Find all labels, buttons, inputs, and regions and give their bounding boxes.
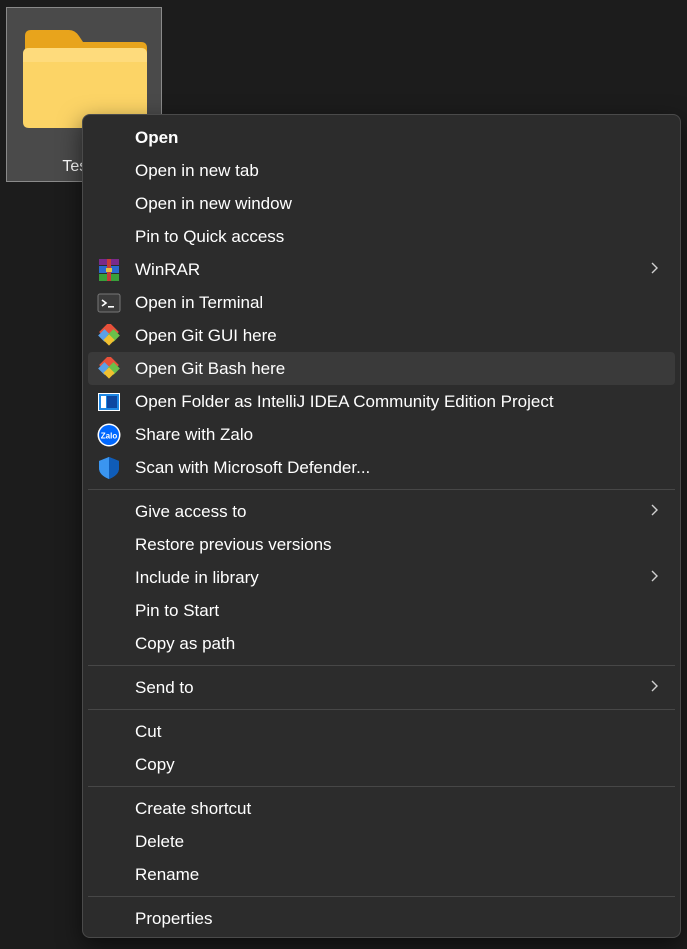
menu-separator [88,709,675,710]
chevron-right-icon [649,500,661,520]
menu-item-open-in-new-window[interactable]: Open in new window [88,187,675,220]
menu-item-send-to[interactable]: Send to [88,671,675,704]
menu-item-create-shortcut[interactable]: Create shortcut [88,792,675,825]
menu-item-pin-to-start[interactable]: Pin to Start [88,594,675,627]
menu-item-label: Include in library [135,567,259,587]
menu-item-open[interactable]: Open [88,121,675,154]
menu-item-copy-as-path[interactable]: Copy as path [88,627,675,660]
menu-item-include-in-library[interactable]: Include in library [88,561,675,594]
menu-item-winrar[interactable]: WinRAR [88,253,675,286]
menu-separator [88,665,675,666]
menu-item-share-with-zalo[interactable]: Zalo Share with Zalo [88,418,675,451]
menu-item-label: Properties [135,908,213,928]
menu-item-label: Pin to Quick access [135,226,285,246]
menu-item-pin-to-quick-access[interactable]: Pin to Quick access [88,220,675,253]
menu-separator [88,896,675,897]
menu-item-label: WinRAR [135,259,201,279]
menu-item-rename[interactable]: Rename [88,858,675,891]
terminal-icon [96,290,121,315]
intellij-icon [96,389,121,414]
menu-item-label: Give access to [135,501,247,521]
chevron-right-icon [649,258,661,278]
svg-text:Zalo: Zalo [100,431,117,440]
menu-item-label: Share with Zalo [135,424,254,444]
menu-item-label: Open Git GUI here [135,325,277,345]
menu-item-label: Pin to Start [135,600,220,620]
menu-item-label: Open Folder as IntelliJ IDEA Community E… [135,391,554,411]
menu-item-label: Open in Terminal [135,292,264,312]
menu-item-scan-with-microsoft-defender[interactable]: Scan with Microsoft Defender... [88,451,675,484]
menu-separator [88,786,675,787]
winrar-icon [96,257,121,282]
menu-item-open-git-bash-here[interactable]: Open Git Bash here [88,352,675,385]
menu-item-label: Restore previous versions [135,534,332,554]
menu-item-label: Delete [135,831,185,851]
defender-shield-icon [96,455,121,480]
git-bash-icon [96,356,121,381]
menu-item-open-in-terminal[interactable]: Open in Terminal [88,286,675,319]
menu-item-label: Copy [135,754,175,774]
menu-item-give-access-to[interactable]: Give access to [88,495,675,528]
chevron-right-icon [649,566,661,586]
context-menu: Open Open in new tab Open in new window Pin… [82,114,681,938]
menu-item-open-in-new-tab[interactable]: Open in new tab [88,154,675,187]
menu-item-properties[interactable]: Properties [88,902,675,935]
menu-item-open-git-gui-here[interactable]: Open Git GUI here [88,319,675,352]
menu-item-label: Open in new tab [135,160,259,180]
menu-item-label: Create shortcut [135,798,252,818]
menu-item-label: Send to [135,677,194,697]
menu-item-open-folder-as-intellij-idea-community-edition-project[interactable]: Open Folder as IntelliJ IDEA Community E… [88,385,675,418]
menu-item-label: Open Git Bash here [135,358,286,378]
menu-item-label: Scan with Microsoft Defender... [135,457,371,477]
desktop: Test Open Open in new tab Open in new wind… [0,0,687,949]
menu-item-label: Open in new window [135,193,292,213]
git-gui-icon [96,323,121,348]
menu-item-copy[interactable]: Copy [88,748,675,781]
zalo-icon: Zalo [96,422,121,447]
menu-item-label: Copy as path [135,633,236,653]
menu-item-label: Open [135,127,179,147]
menu-item-restore-previous-versions[interactable]: Restore previous versions [88,528,675,561]
menu-item-label: Rename [135,864,200,884]
menu-separator [88,489,675,490]
menu-item-delete[interactable]: Delete [88,825,675,858]
menu-item-label: Cut [135,721,162,741]
menu-item-cut[interactable]: Cut [88,715,675,748]
chevron-right-icon [649,676,661,696]
